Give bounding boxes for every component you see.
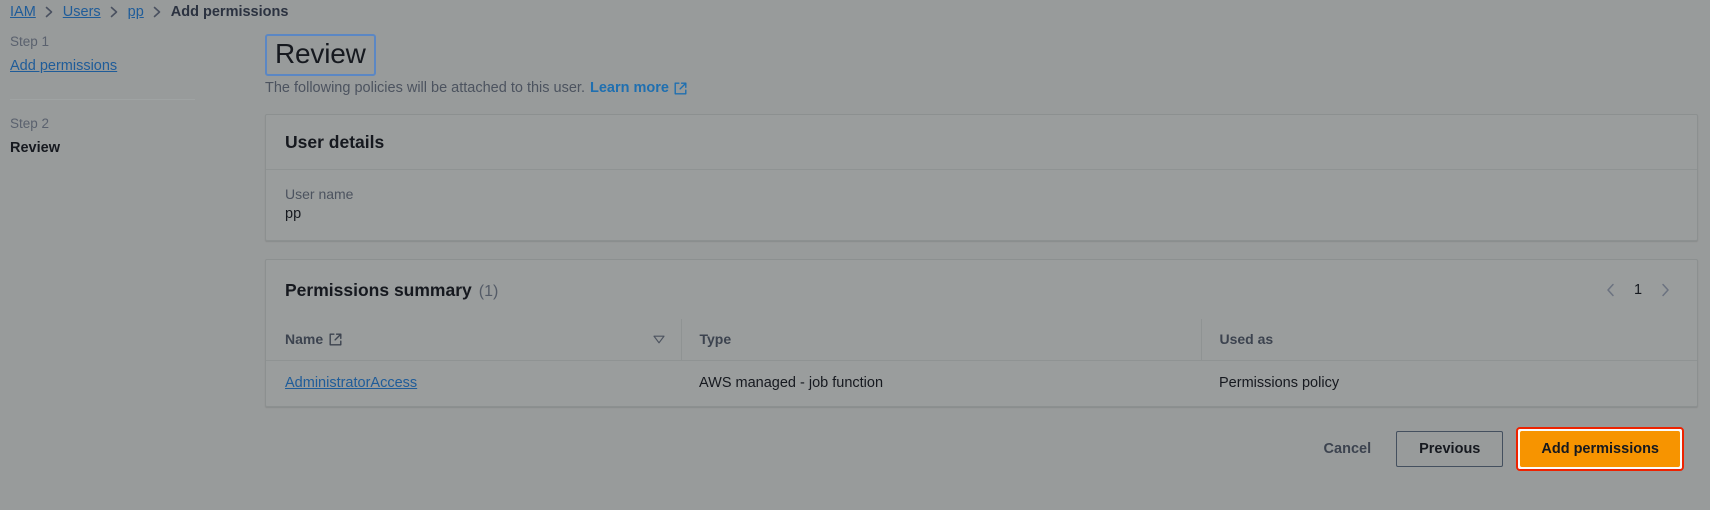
cell-policy-used-as: Permissions policy <box>1219 375 1340 392</box>
step-divider <box>10 99 195 100</box>
sort-descending-icon[interactable] <box>652 335 665 344</box>
footer-actions: Cancel Previous Add permissions <box>255 425 1698 472</box>
breadcrumb-separator-icon <box>153 6 162 18</box>
breadcrumb-item-iam[interactable]: IAM <box>10 4 36 20</box>
cancel-button[interactable]: Cancel <box>1312 433 1384 465</box>
breadcrumb-separator-icon <box>110 6 119 18</box>
permissions-summary-header: Permissions summary (1) 1 <box>266 260 1697 319</box>
cell-policy-type: AWS managed - job function <box>699 375 884 392</box>
breadcrumb-item-users[interactable]: Users <box>63 4 101 20</box>
permissions-summary-title: Permissions summary (1) <box>285 280 498 301</box>
user-details-card: User details User name pp <box>265 114 1698 242</box>
permissions-summary-count: (1) <box>478 282 499 300</box>
user-details-title: User details <box>285 132 385 153</box>
breadcrumb-separator-icon <box>45 6 54 18</box>
column-header-used-as-label: Used as <box>1219 331 1274 348</box>
wizard-step-2: Step 2 Review <box>10 116 255 159</box>
breadcrumb: IAM Users pp Add permissions <box>0 0 1710 22</box>
wizard-steps: Step 1 Add permissions Step 2 Review <box>0 34 255 159</box>
column-header-name[interactable]: Name <box>266 319 681 362</box>
add-permissions-button[interactable]: Add permissions <box>1520 431 1680 468</box>
cell-policy-name: AdministratorAccess <box>266 361 681 407</box>
table-row: AdministratorAccess AWS managed - job fu… <box>266 361 1697 407</box>
permissions-table: Name Type Used as AdministratorAccess AW… <box>266 319 1697 406</box>
pagination-page-1[interactable]: 1 <box>1628 282 1648 298</box>
user-details-body: User name pp <box>266 170 1697 240</box>
user-name-label: User name <box>285 186 354 203</box>
permissions-summary-title-text: Permissions summary <box>285 279 472 300</box>
learn-more-link[interactable]: Learn more <box>590 80 669 96</box>
chevron-left-icon[interactable] <box>1598 277 1624 303</box>
step-2-kicker: Step 2 <box>10 116 50 131</box>
step-1-link-add-permissions[interactable]: Add permissions <box>10 58 117 74</box>
column-header-type-label: Type <box>699 331 732 348</box>
add-permissions-button-highlight: Add permissions <box>1516 427 1684 472</box>
chevron-right-icon[interactable] <box>1652 277 1678 303</box>
previous-button[interactable]: Previous <box>1396 431 1504 468</box>
breadcrumb-item-current: Add permissions <box>170 4 289 20</box>
external-link-icon[interactable] <box>329 333 342 346</box>
page-title-wrapper: Review <box>255 34 1698 77</box>
wizard-step-1: Step 1 Add permissions <box>10 34 255 77</box>
column-header-used-as[interactable]: Used as <box>1200 319 1697 362</box>
permissions-summary-card: Permissions summary (1) 1 Name Type Used… <box>265 259 1698 408</box>
page-title: Review <box>265 34 376 77</box>
user-name-value: pp <box>285 206 302 223</box>
main-content: Review The following policies will be at… <box>255 34 1710 472</box>
permissions-table-body: AdministratorAccess AWS managed - job fu… <box>266 361 1697 407</box>
table-header-row: Name Type Used as <box>266 319 1697 362</box>
page-layout: Step 1 Add permissions Step 2 Review Rev… <box>0 22 1710 472</box>
permissions-table-head: Name Type Used as <box>266 319 1697 362</box>
page-subtitle: The following policies will be attached … <box>255 80 1698 96</box>
subtitle-text: The following policies will be attached … <box>265 80 585 97</box>
column-header-type[interactable]: Type <box>680 319 1201 362</box>
step-1-kicker: Step 1 <box>10 34 50 49</box>
pagination: 1 <box>1598 277 1678 303</box>
breadcrumb-item-pp[interactable]: pp <box>128 4 144 20</box>
user-details-header: User details <box>266 115 1697 171</box>
policy-link-administratoraccess[interactable]: AdministratorAccess <box>285 375 417 391</box>
step-2-label-review: Review <box>10 140 60 156</box>
column-header-name-label: Name <box>285 331 324 348</box>
external-link-icon[interactable] <box>674 82 687 95</box>
